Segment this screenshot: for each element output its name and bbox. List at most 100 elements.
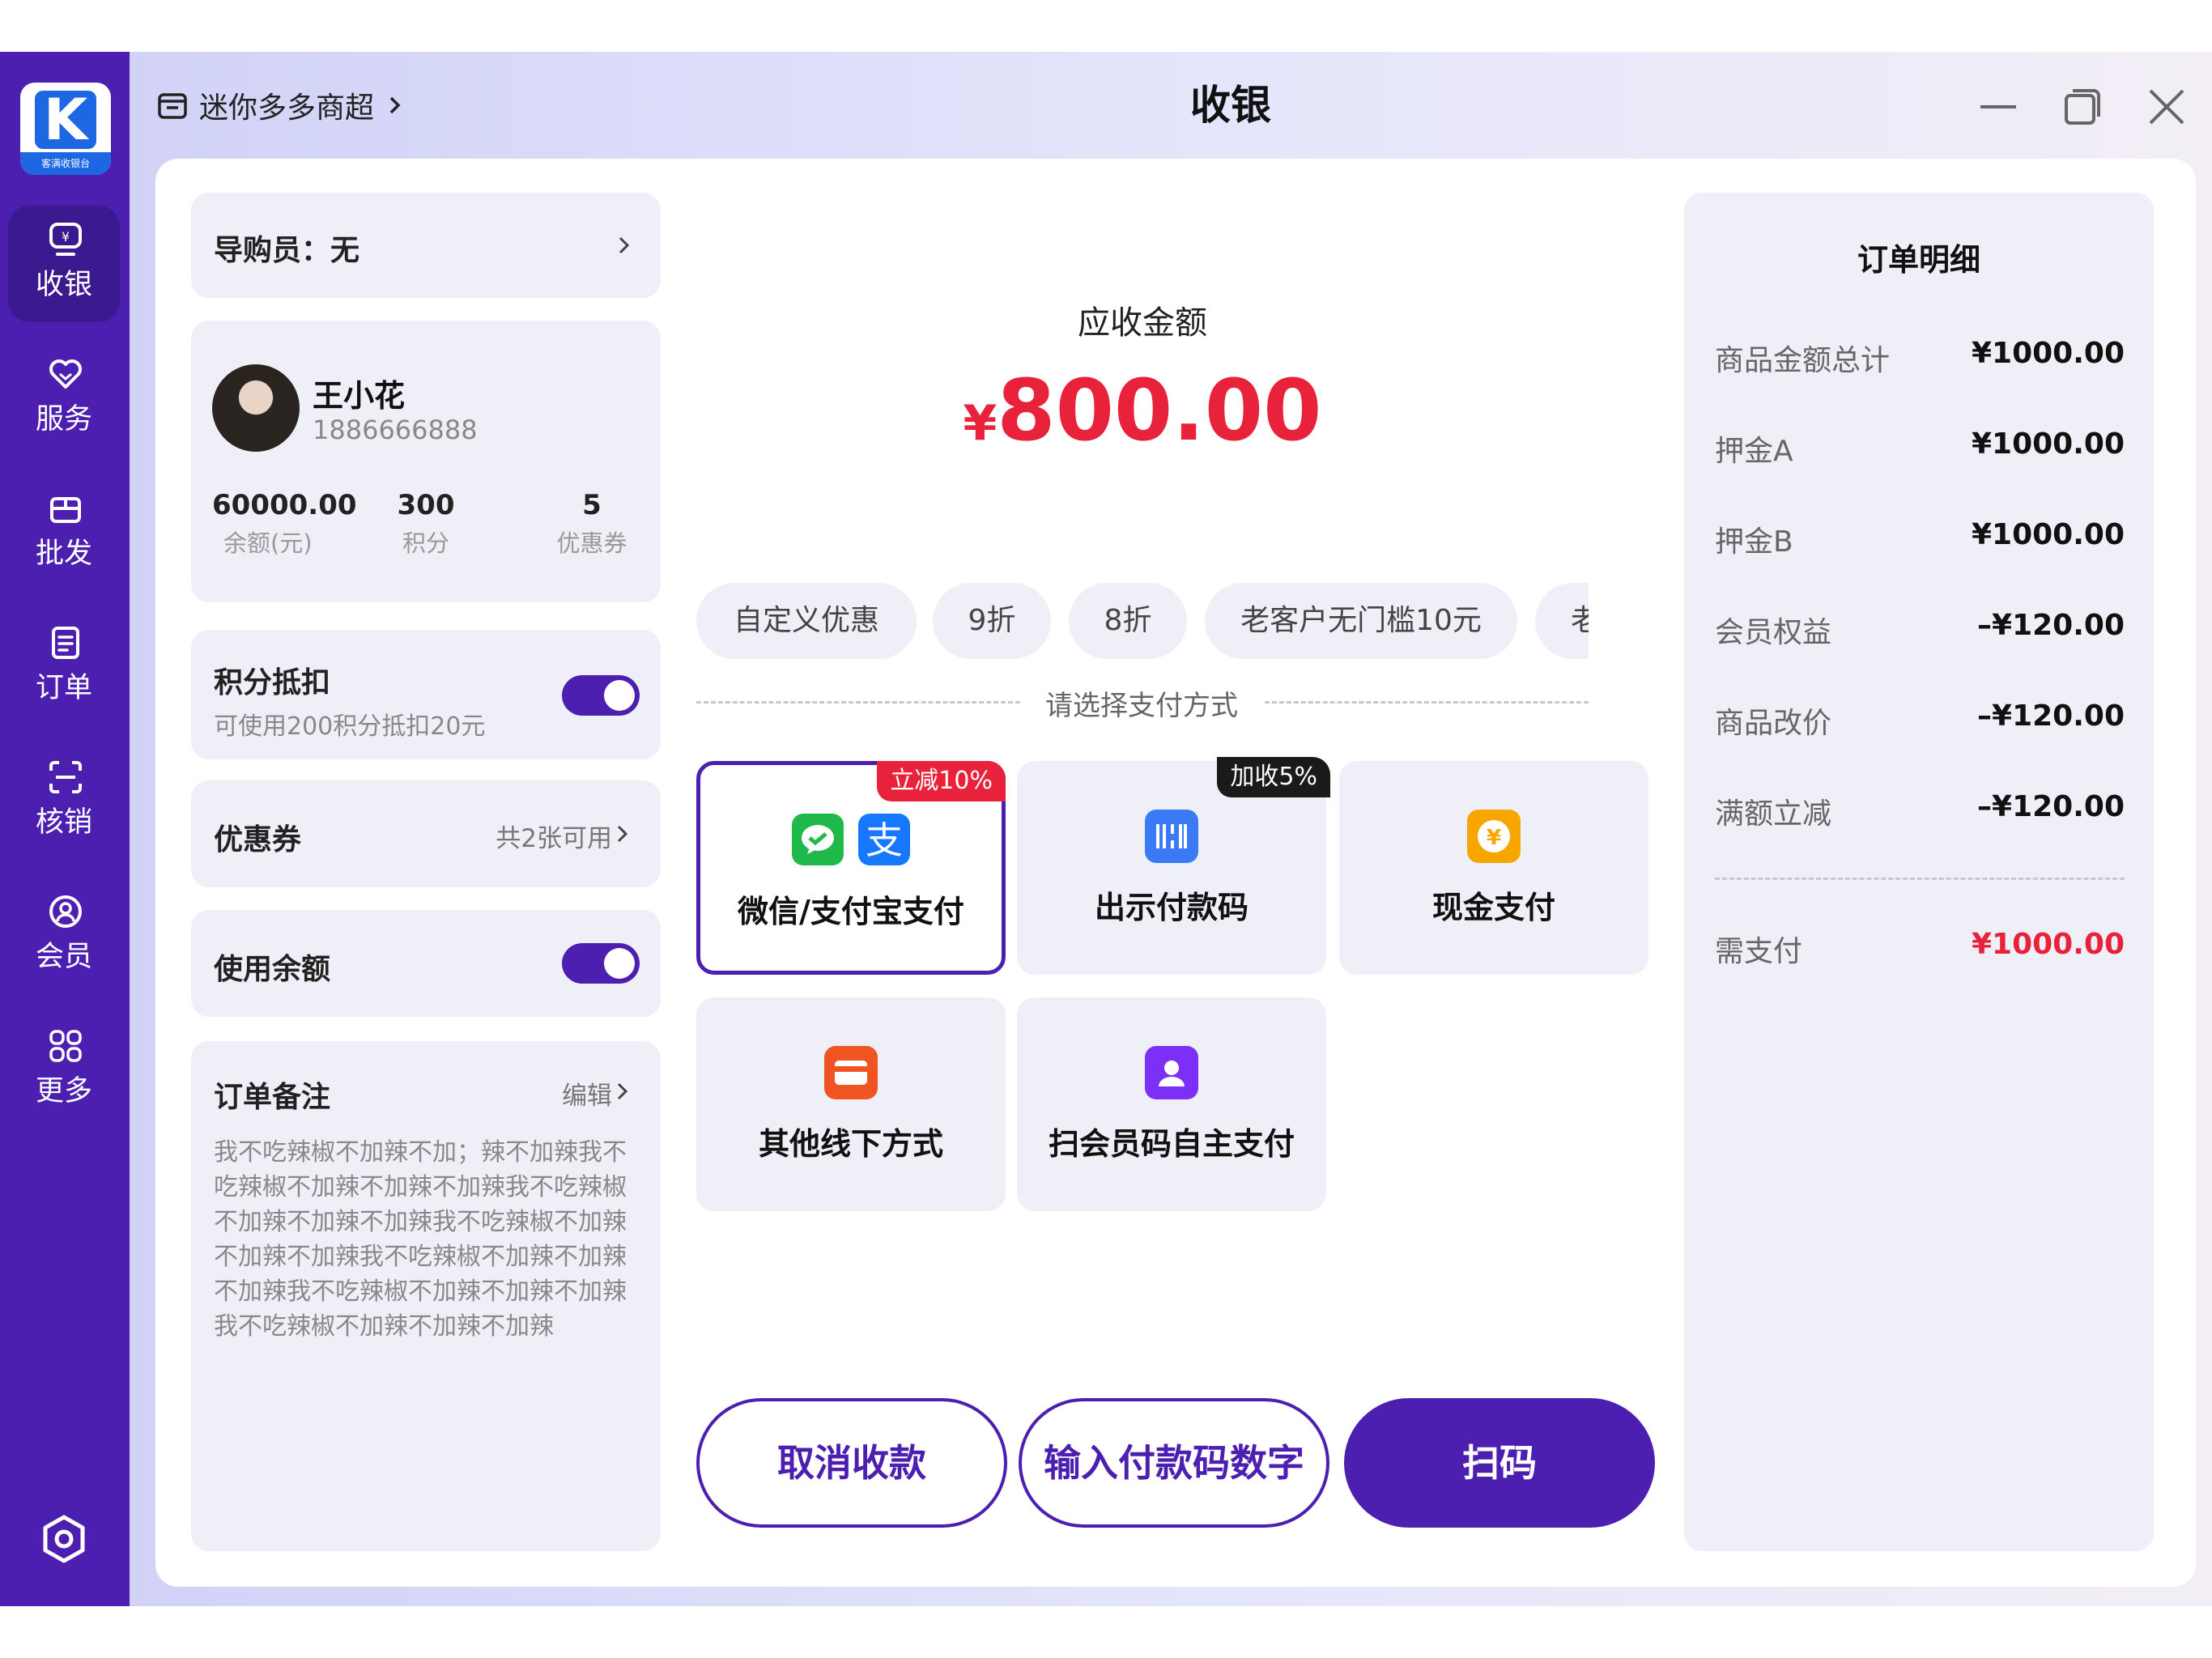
sidebar-item-cashier[interactable]: ¥ 收银	[8, 206, 120, 322]
discount-chip[interactable]: 自定义优惠	[696, 583, 917, 659]
sidebar-item-service[interactable]: 服务	[8, 340, 120, 457]
scan-verify-icon	[49, 761, 82, 793]
order-row-value: –¥120.00	[1977, 699, 2125, 733]
surcharge-tag: 加收5%	[1217, 757, 1330, 797]
cancel-payment-button[interactable]: 取消收款	[696, 1398, 1007, 1528]
points-deduction-desc: 可使用200积分抵扣20元	[214, 712, 486, 741]
order-note-card: 订单备注 编辑 我不吃辣椒不加辣不加；辣不加辣我不吃辣椒不加辣不加辣不加辣我不吃…	[191, 1041, 661, 1551]
sidebar-item-label: 批发	[35, 538, 92, 570]
order-row-label: 商品改价	[1715, 707, 1832, 740]
wechat-icon	[792, 814, 844, 865]
sidebar-item-verify[interactable]: 核销	[8, 743, 120, 860]
pay-method-label: 其他线下方式	[758, 1126, 943, 1162]
member-name: 王小花	[313, 378, 406, 414]
sidebar-item-label: 核销	[35, 806, 92, 839]
discount-chips: 自定义优惠 9折 8折 老客户无门槛10元 老客户	[696, 159, 1589, 725]
maximize-icon[interactable]	[2063, 87, 2102, 126]
divider	[1265, 701, 1589, 704]
order-note-text: 我不吃辣椒不加辣不加；辣不加辣我不吃辣椒不加辣不加辣不加辣我不吃辣椒不加辣不加辣…	[214, 1138, 627, 1341]
order-row: 会员权益 –¥120.00	[1715, 609, 2125, 649]
store-icon	[158, 93, 187, 119]
scan-button[interactable]: 扫码	[1344, 1398, 1655, 1528]
pay-other-offline[interactable]: 其他线下方式	[696, 997, 1006, 1211]
pay-method-label: 出示付款码	[1094, 890, 1249, 925]
divider	[1715, 878, 2125, 880]
order-row: 押金B ¥1000.00	[1715, 518, 2125, 559]
order-row: 商品改价 –¥120.00	[1715, 699, 2125, 740]
sidebar-item-label: 订单	[35, 672, 92, 704]
sidebar: K 客满收银台 ¥ 收银 服务 批发 订单 核销 会员 更多	[0, 52, 130, 1606]
svg-text:¥: ¥	[62, 229, 70, 244]
discount-tag: 立减10%	[877, 761, 1006, 801]
coupon-count-value: 5	[582, 489, 602, 521]
page-title: 收银	[1190, 82, 1271, 129]
app-logo: K 客满收银台	[20, 83, 111, 175]
order-detail-panel: 订单明细 商品金额总计 ¥1000.00 押金A ¥1000.00 押金B ¥1000…	[1684, 193, 2154, 1551]
divider	[696, 701, 1020, 704]
sidebar-item-wholesale[interactable]: 批发	[8, 474, 120, 591]
barcode-icon	[1145, 810, 1198, 863]
grid-more-icon	[49, 1030, 82, 1062]
alipay-icon: 支	[858, 814, 910, 865]
order-row-value: –¥120.00	[1977, 790, 2125, 823]
order-row: 押金A ¥1000.00	[1715, 427, 2125, 468]
store-switcher[interactable]: 迷你多多商超	[157, 86, 418, 125]
cash-coin-icon: ¥	[1467, 810, 1521, 863]
discount-chip[interactable]: 老客户无门槛10元	[1205, 583, 1517, 659]
cashier-icon: ¥	[49, 223, 82, 256]
settings-hex-icon[interactable]	[39, 1514, 89, 1564]
pay-show-code[interactable]: 加收5% 出示付款码	[1017, 757, 1330, 975]
store-name: 迷你多多商超	[199, 91, 375, 125]
member-phone: 1886666888	[313, 414, 478, 445]
order-row-label: 商品金额总计	[1715, 344, 1891, 377]
points-label: 积分	[402, 529, 449, 557]
pay-cash[interactable]: ¥ 现金支付	[1339, 761, 1648, 975]
pay-method-label: 现金支付	[1431, 890, 1555, 925]
chevron-right-icon	[617, 1082, 628, 1100]
discount-chip[interactable]: 8折	[1069, 583, 1187, 659]
member-code-icon	[1145, 1046, 1198, 1099]
coupon-title: 优惠券	[214, 823, 302, 857]
order-note-edit[interactable]: 编辑	[562, 1075, 612, 1112]
app-window: K 客满收银台 ¥ 收银 服务 批发 订单 核销 会员 更多 迷你多多商超 收银…	[0, 52, 2212, 1606]
order-row-label: 满额立减	[1715, 797, 1832, 831]
balance-label: 余额(元)	[223, 529, 313, 557]
svg-text:支: 支	[866, 818, 903, 862]
order-list-icon	[52, 627, 79, 659]
sidebar-item-more[interactable]: 更多	[8, 1012, 120, 1129]
order-row-label: 押金A	[1715, 435, 1793, 468]
points-deduction-toggle[interactable]	[562, 675, 640, 716]
sidebar-item-orders[interactable]: 订单	[8, 609, 120, 725]
pay-wechat-alipay[interactable]: 立减10% 支 微信/支付宝支付	[696, 761, 1006, 975]
pay-method-prompt: 请选择支付方式	[1045, 690, 1238, 722]
sidebar-item-label: 服务	[35, 403, 92, 436]
input-code-button[interactable]: 输入付款码数字	[1019, 1398, 1329, 1528]
use-balance-title: 使用余额	[214, 953, 331, 986]
use-balance-toggle[interactable]	[562, 943, 640, 984]
logo-mark: K	[35, 91, 96, 149]
sidebar-item-member[interactable]: 会员	[8, 878, 120, 994]
member-icon	[49, 895, 82, 928]
coupon-selector[interactable]: 优惠券 共2张可用	[191, 780, 661, 887]
shopping-guide-selector[interactable]: 导购员：无	[191, 193, 661, 298]
order-total-row: 需支付 ¥1000.00	[1715, 928, 2125, 968]
order-row: 满额立减 –¥120.00	[1715, 790, 2125, 831]
main-panel: 导购员：无 王小花 1886666888 60000.00 余额(元) 300 …	[155, 159, 2196, 1587]
order-row-label: 会员权益	[1715, 616, 1832, 649]
member-card[interactable]: 王小花 1886666888 60000.00 余额(元) 300 积分 5 优…	[191, 321, 661, 602]
pay-member-code[interactable]: 扫会员码自主支付	[1017, 997, 1326, 1211]
order-note-title: 订单备注	[214, 1081, 331, 1114]
pay-method-label: 微信/支付宝支付	[738, 894, 964, 929]
chevron-right-icon	[619, 236, 630, 254]
sidebar-item-label: 会员	[35, 941, 92, 973]
discount-chip[interactable]: 老客户	[1535, 583, 1589, 659]
order-row-value: ¥1000.00	[1971, 427, 2125, 461]
pay-method-label: 扫会员码自主支付	[1048, 1126, 1295, 1162]
discount-chip[interactable]: 9折	[933, 583, 1051, 659]
close-icon[interactable]	[2147, 87, 2186, 126]
avatar	[212, 364, 300, 452]
titlebar: 迷你多多商超 收银	[130, 52, 2212, 159]
svg-text:¥: ¥	[1487, 826, 1501, 850]
order-row-label: 押金B	[1715, 525, 1793, 559]
minimize-icon[interactable]	[1979, 87, 2018, 126]
